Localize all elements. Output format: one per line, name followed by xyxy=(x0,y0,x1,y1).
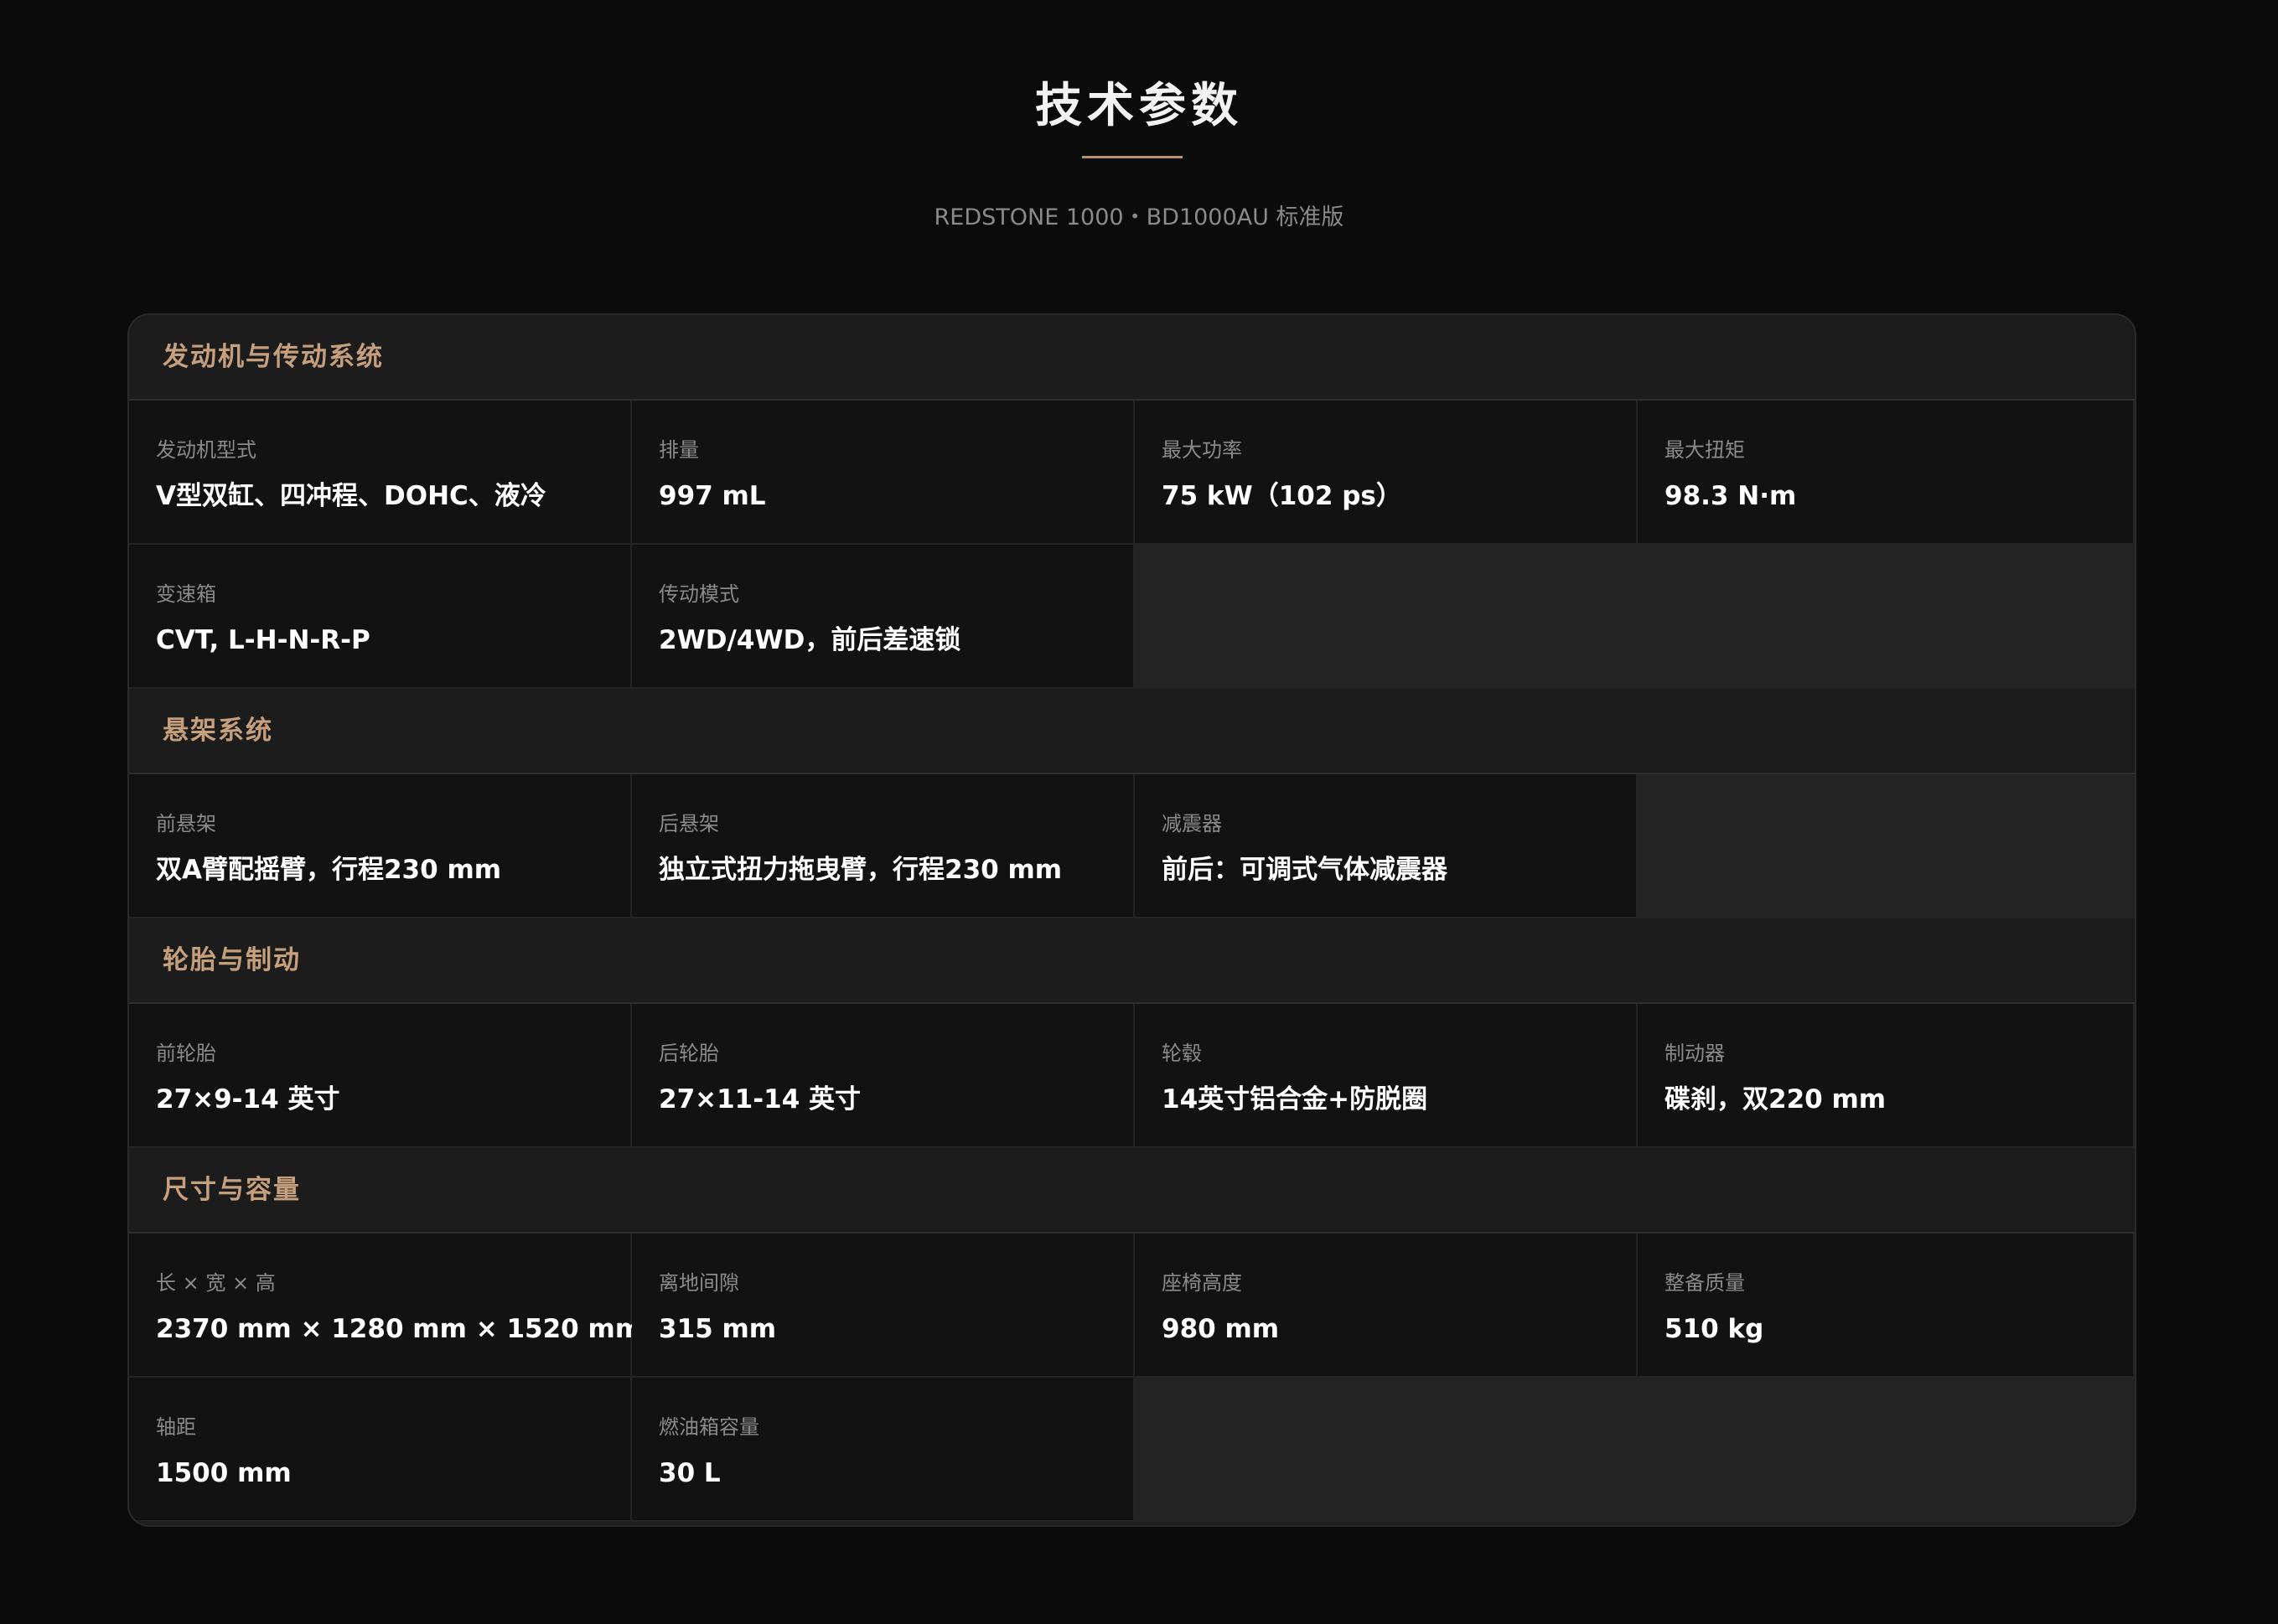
section-header: 轮胎与制动 xyxy=(129,918,2135,1004)
spec-label: 减震器 xyxy=(1162,812,1222,835)
spec-label: 长 × 宽 × 高 xyxy=(156,1271,276,1295)
spec-cell: 排量 997 mL xyxy=(632,401,1135,545)
spec-value: 2370 mm × 1280 mm × 1520 mm xyxy=(156,1314,643,1344)
title-underline xyxy=(1082,156,1183,158)
section-title: 尺寸与容量 xyxy=(163,1175,301,1205)
spec-label: 最大功率 xyxy=(1162,438,1242,462)
empty-cell xyxy=(1638,774,2135,918)
spec-cell: 传动模式 2WD/4WD，前后差速锁 xyxy=(632,545,1135,689)
empty-cell xyxy=(1135,1378,2135,1522)
spec-value: 14英寸铝合金+防脱圈 xyxy=(1162,1084,1428,1115)
spec-label: 最大扭矩 xyxy=(1664,438,1745,462)
spec-cell: 后悬架独立式扭力拖曳臂，行程230 mm xyxy=(632,774,1135,918)
spec-value: 315 mm xyxy=(659,1314,777,1344)
section-title: 悬架系统 xyxy=(163,716,273,746)
spec-value: 1500 mm xyxy=(156,1458,292,1488)
spec-label: 燃油箱容量 xyxy=(659,1415,759,1439)
spec-label: 变速箱 xyxy=(156,582,216,606)
spec-label: 排量 xyxy=(659,438,699,462)
spec-label: 后悬架 xyxy=(659,812,719,835)
spec-cell: 前轮胎 27×9-14 英寸 xyxy=(129,1004,632,1148)
spec-cell: 座椅高度 980 mm xyxy=(1135,1234,1638,1378)
spec-cell: 前悬架双A臂配摇臂，行程230 mm xyxy=(129,774,632,918)
spec-label: 离地间隙 xyxy=(659,1271,739,1295)
spec-cell: 变速箱 CVT, L-H-N-R-P xyxy=(129,545,632,689)
empty-cell xyxy=(1135,545,2135,689)
spec-value: 980 mm xyxy=(1162,1314,1280,1344)
spec-label: 制动器 xyxy=(1664,1042,1725,1065)
spec-page: 技术参数 REDSTONE 1000・BD1000AU 标准版 发动机与传动系统… xyxy=(0,0,2278,1624)
spec-row: 轴距 1500 mm 燃油箱容量 30 L xyxy=(129,1378,2135,1522)
spec-cell: 最大扭矩 98.3 N·m xyxy=(1638,401,2135,545)
section-header: 尺寸与容量 xyxy=(129,1148,2135,1234)
spec-value: 27×9-14 英寸 xyxy=(156,1084,340,1115)
spec-cell: 整备质量 510 kg xyxy=(1638,1234,2135,1378)
spec-cell: 减震器前后：可调式气体减震器 xyxy=(1135,774,1638,918)
spec-label: 整备质量 xyxy=(1664,1271,1745,1295)
spec-value: V型双缸、四冲程、DOHC、液冷 xyxy=(156,481,546,511)
spec-label: 前悬架 xyxy=(156,812,216,835)
spec-value: 前后：可调式气体减震器 xyxy=(1162,855,1447,885)
spec-label: 前轮胎 xyxy=(156,1042,216,1065)
spec-value: 510 kg xyxy=(1664,1314,1764,1344)
spec-value: 98.3 N·m xyxy=(1664,481,1797,511)
page-subtitle: REDSTONE 1000・BD1000AU 标准版 xyxy=(934,204,1344,230)
spec-cell: 后轮胎 27×11-14 英寸 xyxy=(632,1004,1135,1148)
spec-cell: 轮毂 14英寸铝合金+防脱圈 xyxy=(1135,1004,1638,1148)
spec-value: 独立式扭力拖曳臂，行程230 mm xyxy=(659,855,1063,885)
spec-row: 前悬架 双A臂配摇臂，行程230 mm 后悬架 独立式扭力拖曳臂，行程230 mm 减震… xyxy=(129,774,2135,918)
section-header: 悬架系统 xyxy=(129,689,2135,774)
spec-value: CVT, L-H-N-R-P xyxy=(156,625,370,655)
spec-cell: 长 × 宽 × 高 2370 mm × 1280 mm × 1520 mm xyxy=(129,1234,642,1378)
spec-row: 长 × 宽 × 高 2370 mm × 1280 mm × 1520 mm 离地间隙… xyxy=(129,1234,2135,1378)
spec-label: 座椅高度 xyxy=(1162,1271,1242,1295)
spec-cell: 最大功率 75 kW（102 ps） xyxy=(1135,401,1638,545)
spec-cell: 制动器碟刹，双220 mm xyxy=(1638,1004,2135,1148)
spec-label: 发动机型式 xyxy=(156,438,256,462)
page-title: 技术参数 xyxy=(1035,79,1243,133)
spec-table: 发动机与传动系统发动机型式 V型双缸、四冲程、DOHC、液冷 排量 997 mL 最大功… xyxy=(127,313,2136,1527)
spec-row: 前轮胎 27×9-14 英寸 后轮胎 27×11-14 英寸 轮毂 14英寸铝合金+防脱圈… xyxy=(129,1004,2135,1148)
section-title: 轮胎与制动 xyxy=(163,945,301,975)
spec-value: 997 mL xyxy=(659,481,766,511)
spec-row: 发动机型式 V型双缸、四冲程、DOHC、液冷 排量 997 mL 最大功率 75 kW（1… xyxy=(129,401,2135,545)
spec-value: 双A臂配摇臂，行程230 mm xyxy=(156,855,502,885)
spec-value: 27×11-14 英寸 xyxy=(659,1084,862,1115)
spec-row: 变速箱 CVT, L-H-N-R-P 传动模式 2WD/4WD，前后差速锁 xyxy=(129,545,2135,689)
section-title: 发动机与传动系统 xyxy=(163,342,384,372)
spec-cell: 燃油箱容量 30 L xyxy=(632,1378,1135,1522)
spec-label: 轴距 xyxy=(156,1415,196,1439)
spec-value: 2WD/4WD，前后差速锁 xyxy=(659,625,961,655)
spec-cell: 发动机型式 V型双缸、四冲程、DOHC、液冷 xyxy=(129,401,632,545)
spec-label: 传动模式 xyxy=(659,582,739,606)
spec-value: 碟刹，双220 mm xyxy=(1664,1084,1887,1115)
spec-value: 75 kW（102 ps） xyxy=(1162,481,1402,511)
spec-value: 30 L xyxy=(659,1458,721,1488)
spec-label: 后轮胎 xyxy=(659,1042,719,1065)
spec-cell: 离地间隙 315 mm xyxy=(632,1234,1135,1378)
spec-label: 轮毂 xyxy=(1162,1042,1202,1065)
section-header: 发动机与传动系统 xyxy=(129,315,2135,401)
spec-cell: 轴距 1500 mm xyxy=(129,1378,632,1522)
